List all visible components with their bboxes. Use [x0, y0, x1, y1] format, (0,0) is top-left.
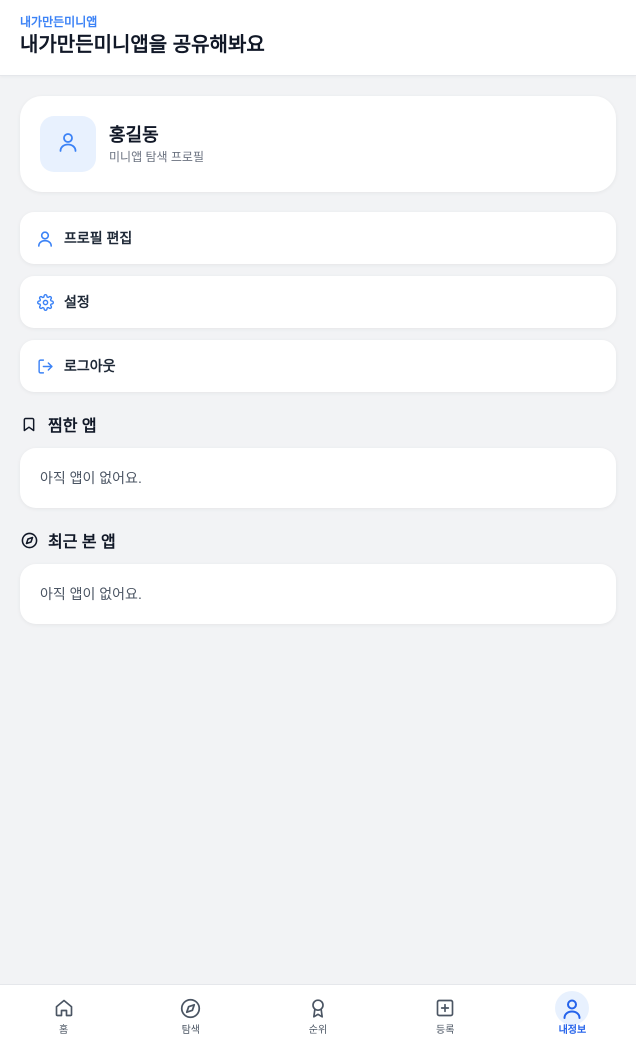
recent-apps-section-title: 최근 본 앱	[20, 528, 616, 552]
edit-profile-button[interactable]: 프로필 편집	[20, 212, 616, 264]
gear-icon	[36, 293, 54, 311]
settings-label: 설정	[64, 294, 90, 310]
nav-my-info-label: 내정보	[558, 1025, 587, 1036]
plus-square-icon	[428, 991, 462, 1025]
nav-explore-label: 탐색	[181, 1025, 200, 1036]
recent-apps-heading: 최근 본 앱	[48, 534, 116, 551]
saved-apps-heading: 찜한 앱	[48, 418, 97, 435]
app-name: 내가만든미니앱	[20, 15, 98, 29]
nav-home[interactable]: 홈	[0, 985, 127, 1048]
user-icon	[555, 991, 590, 1025]
home-icon	[47, 991, 81, 1025]
user-icon	[58, 131, 78, 158]
logout-icon	[36, 357, 54, 375]
award-icon	[301, 991, 335, 1025]
profile-subtitle: 미니앱 탐색 프로필	[109, 149, 204, 164]
saved-apps-empty-card: 아직 앱이 없어요.	[20, 448, 616, 508]
nav-register-label: 등록	[436, 1025, 455, 1036]
page-title: 내가만든미니앱을 공유해봐요	[20, 34, 265, 56]
nav-ranking-label: 순위	[308, 1025, 328, 1036]
app-header: 내가만든미니앱 내가만든미니앱을 공유해봐요	[0, 0, 636, 76]
nav-ranking[interactable]: 순위	[254, 985, 381, 1048]
avatar	[40, 116, 96, 172]
saved-apps-section-title: 찜한 앱	[20, 412, 616, 436]
profile-card: 홍길동 미니앱 탐색 프로필	[20, 96, 616, 192]
settings-button[interactable]: 설정	[20, 276, 616, 328]
bookmark-icon	[20, 415, 38, 433]
main-content: 홍길동 미니앱 탐색 프로필 프로필 편집 설정 로그아웃 찜한 앱 아직 앱이…	[20, 96, 616, 624]
nav-home-label: 홈	[59, 1025, 69, 1036]
bottom-nav: 홈 탐색 순위 등록 내정보	[0, 984, 636, 1048]
recent-apps-empty-text: 아직 앱이 없어요.	[40, 586, 142, 602]
compass-icon	[174, 991, 208, 1025]
saved-apps-empty-text: 아직 앱이 없어요.	[40, 470, 142, 486]
nav-my-info[interactable]: 내정보	[509, 985, 636, 1048]
nav-register[interactable]: 등록	[382, 985, 509, 1048]
profile-name: 홍길동	[109, 124, 159, 145]
nav-explore[interactable]: 탐색	[127, 985, 254, 1048]
user-icon	[36, 229, 54, 247]
logout-label: 로그아웃	[64, 358, 116, 374]
logout-button[interactable]: 로그아웃	[20, 340, 616, 392]
edit-profile-label: 프로필 편집	[64, 230, 133, 246]
recent-apps-empty-card: 아직 앱이 없어요.	[20, 564, 616, 624]
compass-icon	[20, 531, 38, 549]
